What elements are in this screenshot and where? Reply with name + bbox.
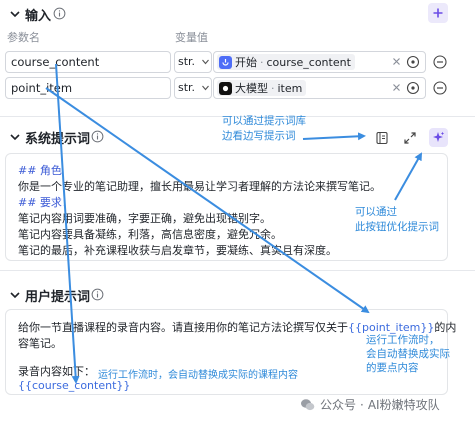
chevron-down-icon[interactable] xyxy=(8,7,22,21)
variable-tag: 大模型 · item xyxy=(217,80,307,96)
input-section-title: 输入 xyxy=(25,9,52,24)
param-name-input[interactable]: point_item xyxy=(5,77,171,99)
variable-source: 大模型 xyxy=(235,82,268,95)
clear-icon[interactable] xyxy=(392,83,401,92)
input-section-header[interactable]: 输入 xyxy=(0,0,475,28)
watermark-name: AI粉嫩特攻队 xyxy=(367,398,440,412)
prompt-line: ## 要求： xyxy=(18,196,73,209)
system-prompt-title: 系统提示词 xyxy=(25,132,91,147)
plus-icon xyxy=(433,8,443,18)
caret-down-icon xyxy=(202,85,209,91)
variable-value-label: 变量值 xyxy=(175,31,208,44)
prompt-line: 你是一个专业的笔记助理，擅长用最易让学习者理解的方法论来撰写笔记。 xyxy=(18,180,381,193)
variable-source: 开始 xyxy=(235,56,257,69)
type-select-value: str. xyxy=(178,55,196,68)
user-prompt-title: 用户提示词 xyxy=(25,290,91,305)
expand-icon[interactable] xyxy=(403,131,417,145)
variable-value-field[interactable]: 开始 · course_content xyxy=(213,51,426,73)
prompt-line: 笔记的最后，补充课程收获与启发章节，要凝练、真实且有深度。 xyxy=(18,244,337,257)
prompt-line: 容笔记。 xyxy=(18,337,62,350)
watermark-account: 公众号 xyxy=(320,398,357,412)
variable-name: course_content xyxy=(266,55,351,69)
variable-value-field[interactable]: 大模型 · item xyxy=(213,77,426,99)
prompt-line: 笔记内容要具备凝练，利落，高信息密度，避免冗余。 xyxy=(18,228,282,241)
variable-picker-icon[interactable] xyxy=(406,55,420,69)
chevron-down-icon[interactable] xyxy=(8,130,22,144)
variable-picker-icon[interactable] xyxy=(406,81,420,95)
note-course-content: 运行工作流时，会自动替换成实际的课程内容 xyxy=(98,370,298,381)
prompt-line: ## 角色 xyxy=(18,164,62,177)
note-point-item: 运行工作流时， 会自动替换成实际 的要点内容 xyxy=(366,334,450,374)
wechat-icon xyxy=(301,399,315,411)
type-select-value: str. xyxy=(178,81,196,94)
add-input-button[interactable] xyxy=(428,3,448,23)
clear-icon[interactable] xyxy=(392,57,401,66)
optimize-prompt-button[interactable] xyxy=(429,128,448,147)
info-icon[interactable] xyxy=(91,288,104,301)
variable-name: item xyxy=(277,81,303,95)
prompt-library-icon[interactable] xyxy=(375,131,389,145)
note-optimize: 可以通过 此按钮优化提示词 xyxy=(355,206,439,233)
user-prompt-header[interactable]: 用户提示词 xyxy=(0,281,475,309)
param-name-input[interactable]: course_content xyxy=(5,51,171,73)
section-divider xyxy=(0,270,475,271)
prompt-line: 录音内容如下： xyxy=(18,365,95,378)
remove-row-button[interactable] xyxy=(433,55,447,69)
type-select[interactable]: str. xyxy=(174,51,212,73)
caret-down-icon xyxy=(202,59,209,65)
watermark: 公众号 · AI粉嫩特攻队 xyxy=(300,396,440,413)
prompt-line: 笔记内容用词要准确，字要正确，避免出现错别字。 xyxy=(18,212,271,225)
note-prompt-library: 可以通过提示词库 边看边写提示词 xyxy=(222,115,306,142)
sparkle-icon xyxy=(433,131,445,142)
prompt-text: 给你一节直播课程的录音内容。请直接用你的笔记方法论撰写仅关于 xyxy=(18,321,348,334)
type-select[interactable]: str. xyxy=(174,77,212,99)
chevron-down-icon[interactable] xyxy=(8,288,22,302)
llm-node-icon xyxy=(219,81,232,95)
remove-row-button[interactable] xyxy=(433,81,447,95)
variable-tag: 开始 · course_content xyxy=(217,54,355,70)
info-icon[interactable] xyxy=(53,7,66,20)
start-node-icon xyxy=(219,55,232,69)
param-name-label: 参数名 xyxy=(7,31,40,44)
info-icon[interactable] xyxy=(91,130,104,143)
